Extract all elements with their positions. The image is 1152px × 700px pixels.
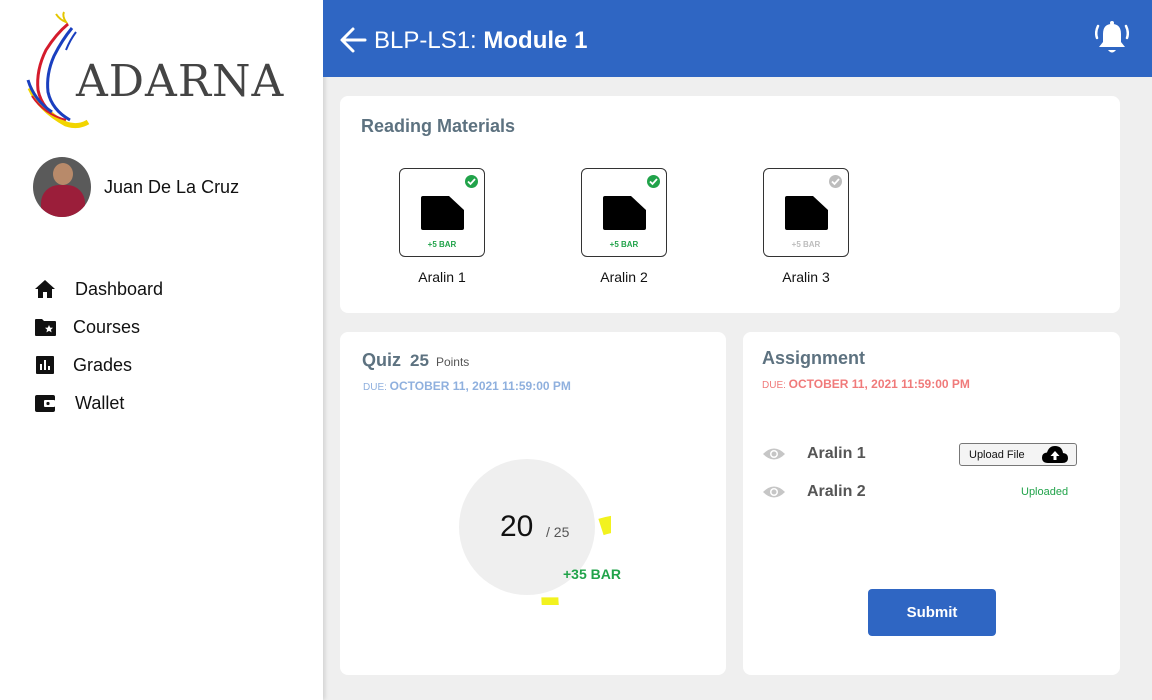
check-icon: [829, 175, 842, 188]
sidebar-item-dashboard[interactable]: Dashboard: [34, 270, 163, 308]
user-profile[interactable]: Juan De La Cruz: [33, 157, 239, 217]
assignment-item: Aralin 2: [762, 483, 866, 501]
back-arrow-icon[interactable]: [339, 26, 367, 54]
folder-star-icon: [34, 316, 56, 338]
course-code: BLP-LS1:: [374, 27, 484, 54]
quiz-total: / 25: [546, 524, 570, 540]
quiz-due: DUE: OCTOBER 11, 2021 11:59:00 PM: [363, 379, 571, 393]
module-title: Module 1: [483, 27, 588, 54]
wallet-icon: [34, 392, 56, 414]
document-icon: [785, 196, 828, 230]
bar-chart-icon: [34, 354, 56, 376]
uploaded-status: Uploaded: [1021, 486, 1069, 498]
assignment-due: DUE: OCTOBER 11, 2021 11:59:00 PM: [762, 377, 970, 391]
home-icon: [34, 278, 56, 300]
quiz-points-label: Points: [435, 355, 470, 369]
assignment-title: Assignment: [762, 348, 866, 368]
quiz-header: Quiz 25 Points: [362, 350, 469, 371]
document-icon: [421, 196, 464, 230]
material-tile[interactable]: +5 BAR: [581, 168, 667, 257]
material-bonus: +5 BAR: [427, 240, 457, 249]
upload-label: Upload File: [969, 448, 1025, 461]
avatar[interactable]: [33, 157, 91, 217]
assignment-item: Aralin 1: [762, 445, 866, 463]
assignment-card: Assignment DUE: OCTOBER 11, 2021 11:59:0…: [743, 332, 1120, 675]
assignment-name: Aralin 1: [807, 445, 866, 462]
due-date: OCTOBER 11, 2021 11:59:00 PM: [389, 379, 571, 393]
document-icon: [603, 196, 646, 230]
submit-button[interactable]: Submit: [868, 589, 996, 636]
sidebar-item-label: Wallet: [75, 392, 125, 413]
material-tile[interactable]: +5 BAR: [399, 168, 485, 257]
adarna-logo[interactable]: ADARNA: [26, 10, 286, 130]
page-title: BLP-LS1: Module 1: [374, 27, 587, 55]
quiz-title: Quiz: [362, 350, 401, 370]
sidebar-item-label: Dashboard: [75, 278, 164, 299]
reading-material-item[interactable]: +5 BAR Aralin 2: [581, 168, 667, 285]
reading-materials-card: Reading Materials +5 BAR Aralin 1 +5 BAR…: [340, 96, 1120, 313]
assignment-name: Aralin 2: [807, 483, 866, 500]
sidebar: ADARNA Juan De La Cruz Dashboard Courses…: [0, 0, 323, 700]
due-date: OCTOBER 11, 2021 11:59:00 PM: [788, 377, 970, 391]
quiz-points: 25: [410, 351, 429, 370]
sidebar-item-wallet[interactable]: Wallet: [34, 384, 163, 422]
material-tile[interactable]: +5 BAR: [763, 168, 849, 257]
due-prefix: DUE:: [762, 380, 789, 391]
eye-icon[interactable]: [762, 446, 786, 462]
cloud-upload-icon: [1042, 446, 1068, 463]
upload-file-button[interactable]: Upload File: [959, 443, 1077, 466]
check-icon: [465, 175, 478, 188]
material-name: Aralin 1: [418, 269, 466, 285]
quiz-card: Quiz 25 Points DUE: OCTOBER 11, 2021 11:…: [340, 332, 726, 675]
sidebar-item-label: Grades: [73, 354, 133, 375]
sidebar-item-grades[interactable]: Grades: [34, 346, 163, 384]
quiz-score: 20: [500, 510, 534, 543]
notification-bell-icon[interactable]: [1095, 20, 1129, 56]
logo-text: ADARNA: [76, 56, 285, 107]
reading-material-item[interactable]: +5 BAR Aralin 1: [399, 168, 485, 285]
material-name: Aralin 2: [600, 269, 648, 285]
sidebar-nav: Dashboard Courses Grades Wallet: [34, 270, 163, 422]
material-bonus: +5 BAR: [609, 240, 639, 249]
check-icon: [647, 175, 660, 188]
reading-materials-title: Reading Materials: [361, 116, 516, 136]
quiz-bonus: +35 BAR: [563, 566, 621, 582]
sidebar-item-label: Courses: [73, 316, 141, 337]
material-name: Aralin 3: [782, 269, 830, 285]
user-name: Juan De La Cruz: [104, 176, 240, 197]
sidebar-item-courses[interactable]: Courses: [34, 308, 163, 346]
due-prefix: DUE:: [363, 382, 390, 393]
reading-material-item[interactable]: +5 BAR Aralin 3: [763, 168, 849, 285]
eye-icon[interactable]: [762, 484, 786, 500]
top-header: BLP-LS1: Module 1: [323, 0, 1152, 77]
material-bonus: +5 BAR: [791, 240, 821, 249]
